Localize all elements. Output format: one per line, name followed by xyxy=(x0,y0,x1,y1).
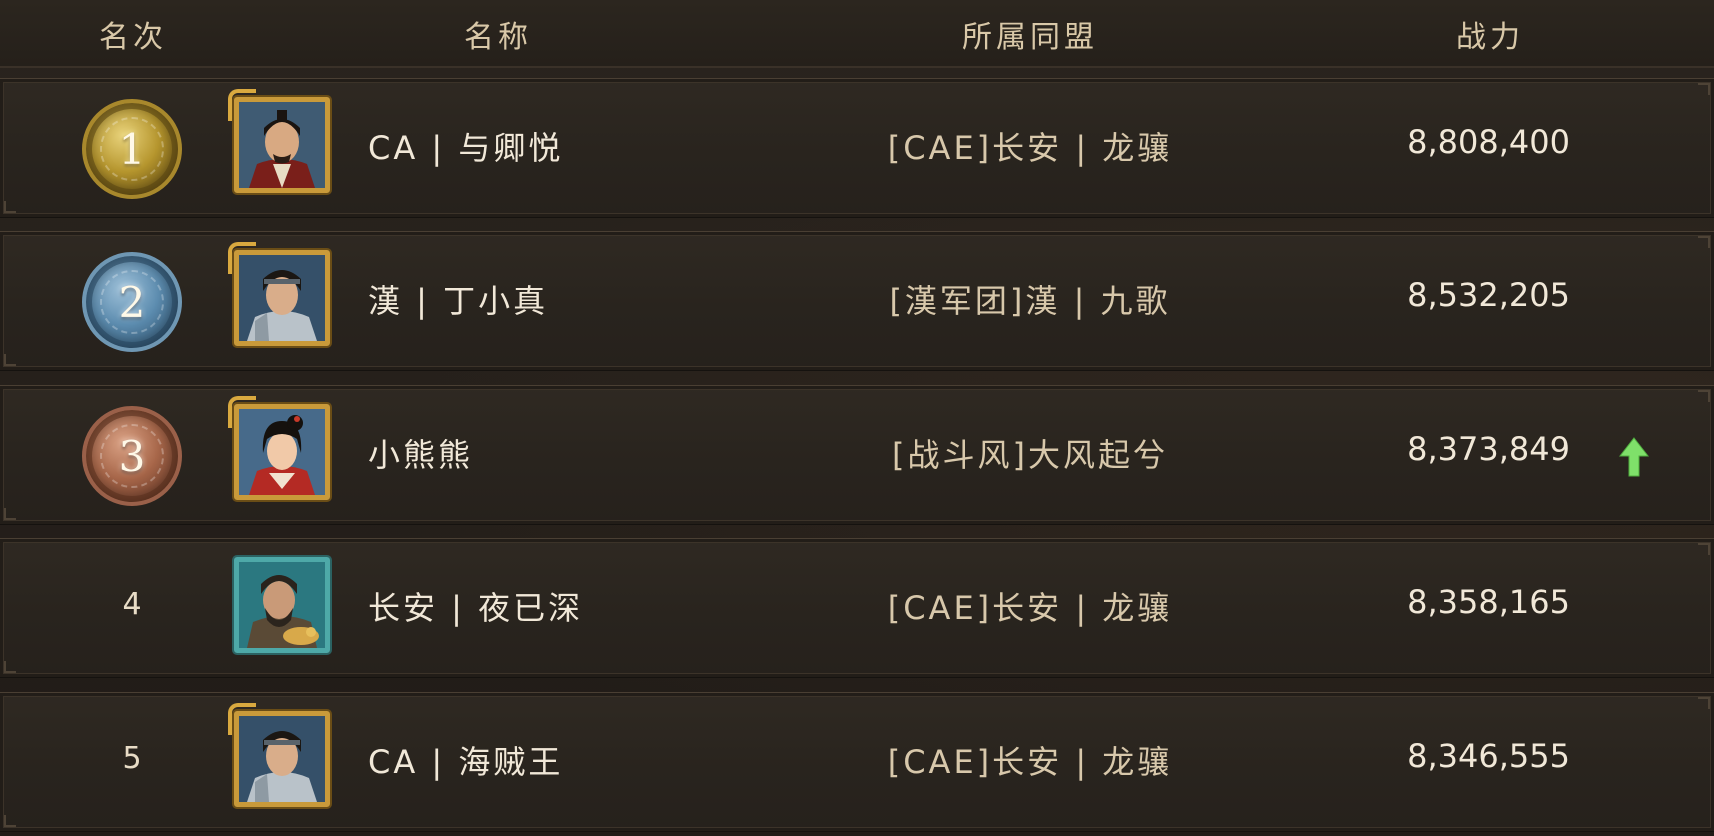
leaderboard-row[interactable]: 4 长安 | 夜已深 [CAE]长安 | 龙骧 8,358,165 xyxy=(0,538,1714,678)
leaderboard-header: 名次 名称 所属同盟 战力 xyxy=(0,0,1714,68)
player-power: 8,808,400 xyxy=(1407,123,1570,161)
player-avatar[interactable] xyxy=(234,557,330,653)
medal-ring xyxy=(100,117,164,181)
player-power: 8,346,555 xyxy=(1407,737,1570,775)
leaderboard-panel: 名次 名称 所属同盟 战力 1 CA | 与卿悦 [CAE]长安 | 龙骧 8,… xyxy=(0,0,1714,836)
rank-number: 4 xyxy=(122,587,142,622)
medal-ring xyxy=(100,270,164,334)
arrow-up-icon xyxy=(1618,437,1650,477)
player-alliance[interactable]: [漢军团]漢 | 九歌 xyxy=(889,276,1170,322)
rank-medal-silver-icon: 2 xyxy=(82,252,182,352)
rank-medal-bronze-icon: 3 xyxy=(82,406,182,506)
player-alliance[interactable]: [CAE]长安 | 龙骧 xyxy=(888,123,1173,169)
header-alliance[interactable]: 所属同盟 xyxy=(962,12,1098,56)
rank-number: 5 xyxy=(122,741,142,776)
leaderboard-row[interactable]: 5 CA | 海贼王 [CAE]长安 | 龙骧 8,346,555 xyxy=(0,692,1714,832)
player-power: 8,373,849 xyxy=(1407,430,1570,468)
general-portrait-icon xyxy=(239,562,325,648)
player-avatar[interactable] xyxy=(234,97,330,193)
rank-medal-gold-icon: 1 xyxy=(82,99,182,199)
player-alliance[interactable]: [CAE]长安 | 龙骧 xyxy=(888,583,1173,629)
player-name[interactable]: 漢 | 丁小真 xyxy=(368,276,548,322)
player-avatar[interactable] xyxy=(234,404,330,500)
player-name[interactable]: CA | 海贼王 xyxy=(368,737,563,783)
general-portrait-icon xyxy=(239,102,325,188)
player-name[interactable]: 小熊熊 xyxy=(368,430,473,476)
player-power: 8,358,165 xyxy=(1407,583,1570,621)
player-power: 8,532,205 xyxy=(1407,276,1570,314)
leaderboard-row[interactable]: 1 CA | 与卿悦 [CAE]长安 | 龙骧 8,808,400 xyxy=(0,78,1714,218)
leaderboard-row[interactable]: 3 小熊熊 [战斗风]大风起兮 8,373,849 xyxy=(0,385,1714,525)
general-portrait-icon xyxy=(239,409,325,495)
player-avatar[interactable] xyxy=(234,711,330,807)
player-alliance[interactable]: [战斗风]大风起兮 xyxy=(892,430,1168,476)
player-name[interactable]: CA | 与卿悦 xyxy=(368,123,563,169)
general-portrait-icon xyxy=(239,255,325,341)
header-name[interactable]: 名称 xyxy=(464,12,532,56)
player-name[interactable]: 长安 | 夜已深 xyxy=(368,583,583,629)
leaderboard-row[interactable]: 2 漢 | 丁小真 [漢军团]漢 | 九歌 8,532,205 xyxy=(0,231,1714,371)
player-alliance[interactable]: [CAE]长安 | 龙骧 xyxy=(888,737,1173,783)
header-rank[interactable]: 名次 xyxy=(99,12,167,56)
player-avatar[interactable] xyxy=(234,250,330,346)
medal-ring xyxy=(100,424,164,488)
general-portrait-icon xyxy=(239,716,325,802)
header-power[interactable]: 战力 xyxy=(1456,12,1524,56)
